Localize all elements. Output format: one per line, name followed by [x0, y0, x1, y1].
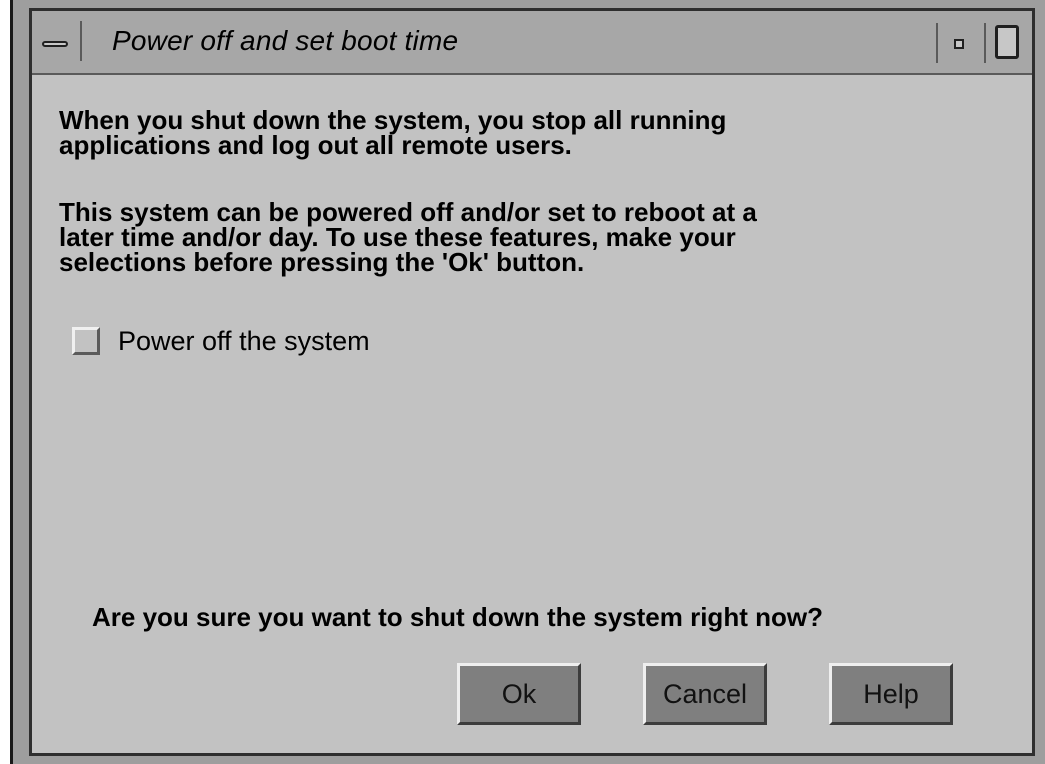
minimize-icon [954, 39, 964, 49]
poweroff-info-text: This system can be powered off and/or se… [59, 197, 757, 277]
power-off-checkbox[interactable] [72, 327, 100, 355]
confirmation-question: Are you sure you want to shut down the s… [92, 602, 823, 632]
shutdown-info-text: When you shut down the system, you stop … [59, 105, 727, 160]
ok-button[interactable]: Ok [457, 663, 581, 725]
power-off-checkbox-label[interactable]: Power off the system [118, 326, 370, 357]
maximize-icon [995, 25, 1019, 59]
title-bar[interactable]: Power off and set boot time [32, 11, 1032, 75]
power-off-checkbox-row[interactable]: Power off the system [72, 321, 370, 361]
maximize-button[interactable] [984, 23, 1026, 63]
dialog-window: Power off and set boot time When you shu… [10, 0, 1045, 764]
cancel-button[interactable]: Cancel [643, 663, 767, 725]
window-menu-icon [42, 41, 68, 47]
minimize-button[interactable] [936, 23, 978, 63]
dialog-frame: Power off and set boot time When you shu… [29, 8, 1035, 756]
window-title: Power off and set boot time [112, 25, 459, 56]
window-menu-button[interactable] [40, 21, 82, 61]
help-button[interactable]: Help [829, 663, 953, 725]
